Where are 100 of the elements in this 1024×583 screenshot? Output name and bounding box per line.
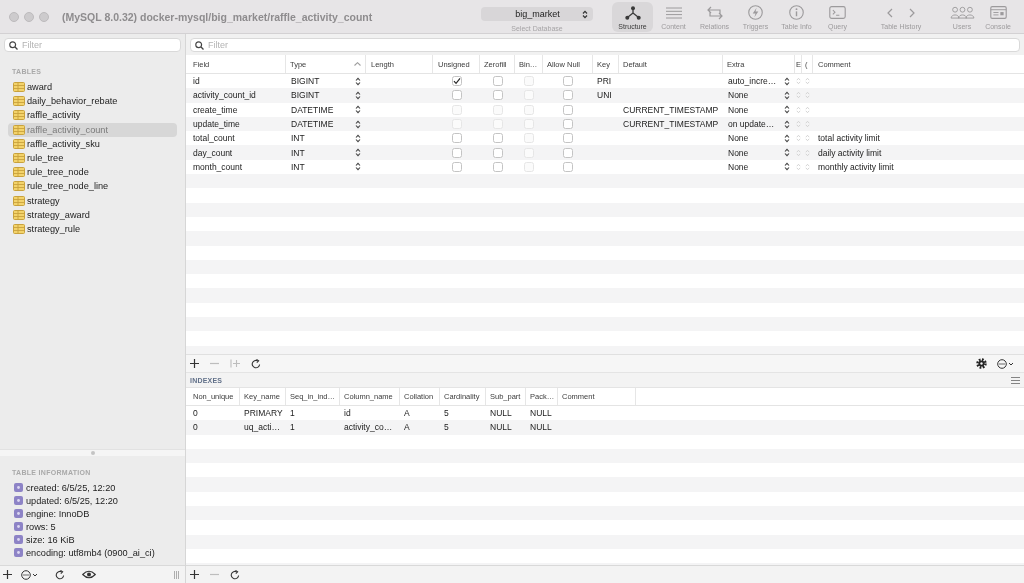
forward-chevron-icon[interactable]	[909, 7, 915, 18]
zerofill-checkbox[interactable]	[492, 76, 503, 87]
zerofill-checkbox[interactable]	[492, 161, 503, 172]
eye-icon[interactable]	[82, 570, 96, 579]
updown-chevron-icon[interactable]	[805, 148, 810, 157]
extra-popup[interactable]: auto_incre…	[728, 76, 795, 87]
updown-chevron-icon[interactable]	[805, 77, 810, 86]
zerofill-checkbox[interactable]	[492, 147, 503, 158]
updown-chevron-icon[interactable]	[805, 105, 810, 114]
comment-text: total activity limit	[818, 133, 880, 144]
allow-null-checkbox[interactable]	[563, 147, 573, 158]
table-list-item[interactable]: rule_tree_node	[8, 165, 177, 180]
allow-null-checkbox[interactable]	[563, 76, 573, 87]
table-list-item[interactable]: award	[8, 80, 177, 95]
updown-chevron-icon[interactable]	[796, 105, 801, 114]
comment-text: daily activity limit	[818, 147, 882, 158]
key-name: PRIMARY	[244, 408, 283, 419]
updown-chevron-icon[interactable]	[805, 162, 810, 171]
extra-popup[interactable]: None	[728, 104, 795, 115]
extra-popup[interactable]: on update…	[728, 119, 795, 130]
updown-chevron-icon[interactable]	[796, 91, 801, 100]
type-popup[interactable]: DATETIME	[291, 104, 366, 115]
updown-chevron-icon[interactable]	[805, 91, 810, 100]
table-list-item[interactable]: strategy_award	[8, 207, 177, 222]
bent-arrows-icon	[705, 5, 724, 20]
updown-chevron-icon	[355, 90, 361, 100]
filter-field[interactable]: Filter	[190, 38, 1020, 52]
updown-chevron-icon	[784, 133, 790, 143]
ellipsis-menu-icon[interactable]	[21, 569, 38, 580]
allow-null-checkbox[interactable]	[563, 104, 573, 115]
updown-chevron-icon	[784, 162, 790, 172]
refresh-icon[interactable]	[230, 569, 240, 580]
info-bullet-icon	[14, 509, 23, 518]
type-popup[interactable]: DATETIME	[291, 119, 366, 130]
minimize-button[interactable]	[24, 11, 34, 22]
updown-chevron-icon[interactable]	[796, 77, 801, 86]
cardinality-value: 5	[444, 408, 449, 419]
resize-grip-icon[interactable]	[174, 570, 179, 579]
menu-icon[interactable]	[1011, 376, 1020, 384]
type-popup[interactable]: INT	[291, 161, 366, 172]
field-name: total_count	[193, 133, 235, 144]
table-list-item[interactable]: rule_tree_node_line	[8, 179, 177, 194]
unsigned-checkbox[interactable]	[451, 147, 462, 158]
refresh-icon[interactable]	[55, 569, 65, 580]
extra-popup[interactable]: None	[728, 147, 795, 158]
close-button[interactable]	[9, 11, 19, 22]
unsigned-checkbox[interactable]	[451, 133, 462, 144]
collation-value: A	[404, 422, 410, 433]
table-icon	[13, 110, 25, 121]
updown-chevron-icon[interactable]	[796, 162, 801, 171]
table-list-item[interactable]: daily_behavior_rebate	[8, 94, 177, 109]
updown-chevron-icon[interactable]	[796, 148, 801, 157]
updown-chevron-icon	[355, 162, 361, 172]
bar-plus-icon[interactable]	[230, 359, 240, 368]
node-tree-icon	[624, 5, 641, 20]
refresh-icon[interactable]	[251, 358, 261, 369]
table-list-item[interactable]: raffle_activity_sku	[8, 136, 177, 151]
type-popup[interactable]: INT	[291, 133, 366, 144]
info-bullet-icon	[14, 535, 23, 544]
type-popup[interactable]: BIGINT	[291, 76, 366, 87]
unsigned-checkbox[interactable]	[451, 161, 462, 172]
updown-chevron-icon[interactable]	[805, 120, 810, 129]
unsigned-checkbox[interactable]	[451, 76, 462, 87]
back-chevron-icon[interactable]	[887, 7, 893, 18]
info-bullet-icon	[14, 496, 23, 505]
settings-icon[interactable]	[976, 358, 987, 369]
extra-popup[interactable]: None	[728, 161, 795, 172]
table-list-item[interactable]: strategy_rule	[8, 221, 177, 237]
updown-chevron-icon[interactable]	[796, 134, 801, 143]
plus-icon[interactable]	[3, 570, 12, 579]
zoom-button[interactable]	[39, 11, 49, 22]
table-icon	[13, 82, 25, 93]
allow-null-checkbox[interactable]	[563, 133, 573, 144]
table-list-item[interactable]: rule_tree	[8, 150, 177, 166]
table-info-text: engine: InnoDB	[26, 508, 90, 519]
allow-null-checkbox[interactable]	[563, 119, 573, 130]
updown-chevron-icon[interactable]	[805, 134, 810, 143]
extra-popup[interactable]: None	[728, 90, 795, 101]
allow-null-checkbox[interactable]	[563, 90, 573, 101]
database-selector[interactable]: big_market	[481, 7, 593, 21]
type-popup[interactable]: BIGINT	[291, 90, 366, 101]
window-icon	[989, 6, 1007, 19]
allow-null-checkbox[interactable]	[563, 161, 573, 172]
filter-field[interactable]: Filter	[4, 38, 181, 52]
packed-value: NULL	[530, 408, 552, 419]
updown-chevron-icon	[784, 90, 790, 100]
plus-icon[interactable]	[190, 570, 199, 579]
table-icon	[13, 153, 25, 164]
plus-icon[interactable]	[190, 359, 199, 368]
unsigned-checkbox[interactable]	[451, 90, 462, 101]
zerofill-checkbox[interactable]	[492, 90, 503, 101]
table-list-item[interactable]: raffle_activity	[8, 108, 177, 123]
table-list-item[interactable]: strategy	[8, 193, 177, 208]
zerofill-checkbox[interactable]	[492, 133, 503, 144]
field-name: update_time	[193, 119, 240, 130]
table-info-text: created: 6/5/25, 12:20	[26, 482, 116, 493]
type-popup[interactable]: INT	[291, 147, 366, 158]
updown-chevron-icon[interactable]	[796, 120, 801, 129]
ellipsis-menu-icon[interactable]	[997, 358, 1014, 369]
extra-popup[interactable]: None	[728, 133, 795, 144]
